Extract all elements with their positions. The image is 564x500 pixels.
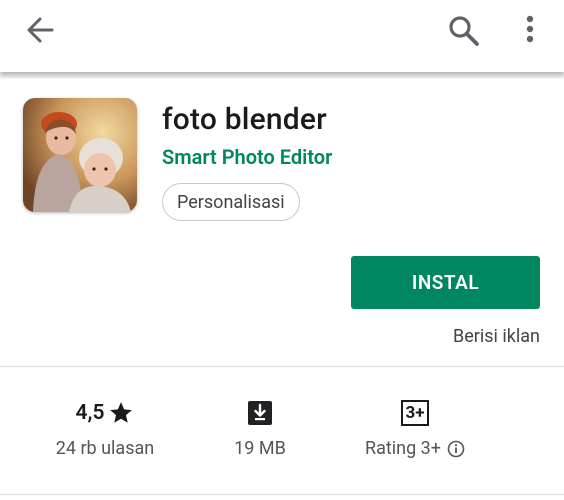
rating-stat[interactable]: 4,5 24 rb ulasan [40, 398, 170, 459]
age-rating-label: Rating 3+ [365, 438, 441, 459]
app-title: foto blender [162, 102, 327, 137]
category-chip[interactable]: Personalisasi [162, 183, 300, 221]
star-icon [110, 402, 133, 423]
app-details-card: foto blender Smart Photo Editor Personal… [0, 78, 564, 500]
more-options-button[interactable] [514, 10, 546, 50]
info-icon[interactable] [447, 440, 465, 458]
age-rating-badge: 3+ [401, 400, 429, 426]
app-photo-image [23, 98, 137, 212]
arrow-left-icon [27, 17, 54, 43]
divider [0, 366, 564, 367]
search-button[interactable] [444, 10, 484, 50]
rating-value: 4,5 [75, 401, 105, 425]
app-icon[interactable] [23, 98, 137, 212]
download-size: 19 MB [234, 438, 286, 459]
back-button[interactable] [22, 12, 62, 48]
top-app-bar [0, 0, 564, 72]
contains-ads-note: Berisi iklan [453, 326, 540, 347]
content-rating-stat[interactable]: 3+ Rating 3+ [350, 398, 480, 459]
size-stat: 19 MB [205, 398, 315, 459]
developer-link[interactable]: Smart Photo Editor [162, 145, 332, 169]
install-button[interactable]: INSTAL [351, 256, 540, 309]
more-vert-icon [526, 15, 534, 43]
divider [0, 494, 564, 495]
reviews-count: 24 rb ulasan [55, 438, 155, 459]
search-icon [449, 16, 479, 46]
download-icon [248, 401, 272, 425]
